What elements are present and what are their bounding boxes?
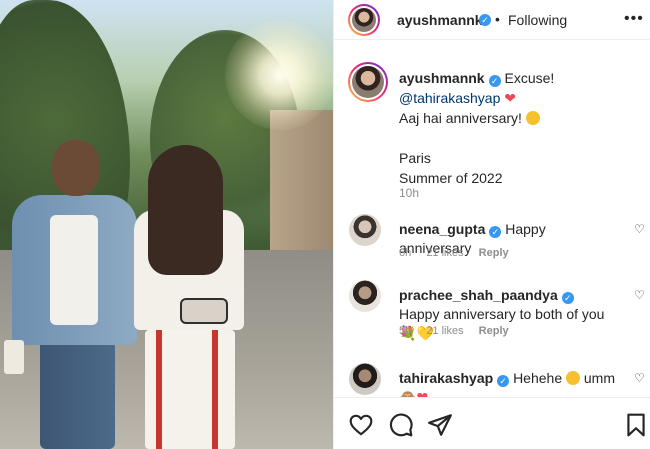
author-username[interactable]: ayushmannk bbox=[397, 12, 483, 28]
red-heart-emoji-icon: ❤ bbox=[416, 389, 429, 397]
comment-like-heart-icon[interactable]: ♡ bbox=[634, 222, 645, 236]
comment-likes[interactable]: 21 likes bbox=[426, 325, 463, 337]
caption-mention-link[interactable]: @tahirakashyap bbox=[399, 90, 500, 106]
comment-body: Happy anniversary to both of you bbox=[399, 306, 605, 322]
caption-timestamp[interactable]: 10h bbox=[399, 186, 419, 200]
caption-username[interactable]: ayushmannk bbox=[399, 70, 485, 86]
verified-badge-icon: ✓ bbox=[489, 226, 502, 238]
post-side-panel: ayushmannk ✓ • Following ••• ayushmannk ✓… bbox=[333, 0, 650, 449]
commenter-avatar[interactable] bbox=[349, 363, 381, 395]
post-actions-bar bbox=[334, 397, 650, 449]
commenter-username[interactable]: tahirakashyap bbox=[399, 370, 493, 386]
caption-author-avatar[interactable] bbox=[348, 62, 388, 102]
grinning-emoji-icon bbox=[566, 371, 580, 385]
separator-dot: • bbox=[495, 11, 500, 27]
photo-belt-bag bbox=[180, 298, 228, 324]
caption-text: ayushmannk ✓ Excuse! @tahirakashyap ❤ Aaj… bbox=[399, 68, 629, 188]
caption-line-3: Paris bbox=[399, 150, 431, 166]
verified-badge-icon: ✓ bbox=[479, 14, 491, 26]
save-bookmark-icon[interactable] bbox=[623, 412, 649, 438]
more-options-icon[interactable]: ••• bbox=[624, 10, 644, 28]
caption-line-2: Aaj hai anniversary! bbox=[399, 110, 522, 126]
photo-trouser-stripe bbox=[156, 330, 162, 449]
comment-time[interactable]: 6h bbox=[399, 247, 411, 259]
photo-man-head bbox=[52, 140, 100, 196]
comment-like-heart-icon[interactable]: ♡ bbox=[634, 288, 645, 302]
verified-badge-icon: ✓ bbox=[497, 375, 510, 387]
comment-reply-button[interactable]: Reply bbox=[479, 325, 509, 337]
commenter-avatar[interactable] bbox=[349, 280, 381, 312]
photo-man-shirt bbox=[50, 215, 98, 325]
comment-like-heart-icon[interactable]: ♡ bbox=[634, 371, 645, 385]
photo-trouser-stripe bbox=[212, 330, 218, 449]
following-button[interactable]: Following bbox=[508, 12, 567, 28]
photo-sun bbox=[225, 20, 333, 130]
post-header: ayushmannk ✓ • Following ••• bbox=[334, 0, 650, 40]
commenter-username[interactable]: neena_gupta bbox=[399, 221, 485, 237]
comment-body-2: umm bbox=[583, 370, 616, 386]
author-avatar[interactable] bbox=[348, 4, 380, 36]
like-heart-icon[interactable] bbox=[348, 412, 374, 438]
avatar-image bbox=[352, 8, 376, 32]
photo-woman-hair bbox=[148, 145, 223, 275]
photo-coffee-cup bbox=[4, 340, 24, 374]
commenter-username[interactable]: prachee_shah_paandya bbox=[399, 287, 558, 303]
share-plane-icon[interactable] bbox=[427, 412, 453, 438]
comment-bubble-icon[interactable] bbox=[388, 412, 414, 438]
post-photo[interactable] bbox=[0, 0, 333, 449]
grinning-emoji-icon bbox=[525, 111, 540, 125]
comment-meta: 5h 21 likes Reply bbox=[399, 325, 521, 337]
verified-badge-icon: ✓ bbox=[488, 75, 501, 87]
comment-reply-button[interactable]: Reply bbox=[479, 247, 509, 259]
comments-list[interactable]: ayushmannk ✓ Excuse! @tahirakashyap ❤ Aaj… bbox=[334, 52, 650, 397]
comment-meta: 6h 21 likes Reply bbox=[399, 247, 521, 259]
comment-likes[interactable]: 21 likes bbox=[426, 247, 463, 259]
comment-text: tahirakashyap ✓ Hehehe umm 🙈❤ bbox=[399, 369, 617, 397]
monkey-emoji-icon: 🙈 bbox=[399, 389, 417, 397]
comment-body: Hehehe bbox=[513, 370, 563, 386]
caption-line-4: Summer of 2022 bbox=[399, 170, 503, 186]
avatar-image bbox=[352, 66, 384, 98]
red-heart-emoji-icon: ❤ bbox=[504, 90, 517, 106]
commenter-avatar[interactable] bbox=[349, 214, 381, 246]
caption-line-1: Excuse! bbox=[504, 70, 555, 86]
verified-badge-icon: ✓ bbox=[561, 292, 574, 304]
comment-time[interactable]: 5h bbox=[399, 325, 411, 337]
